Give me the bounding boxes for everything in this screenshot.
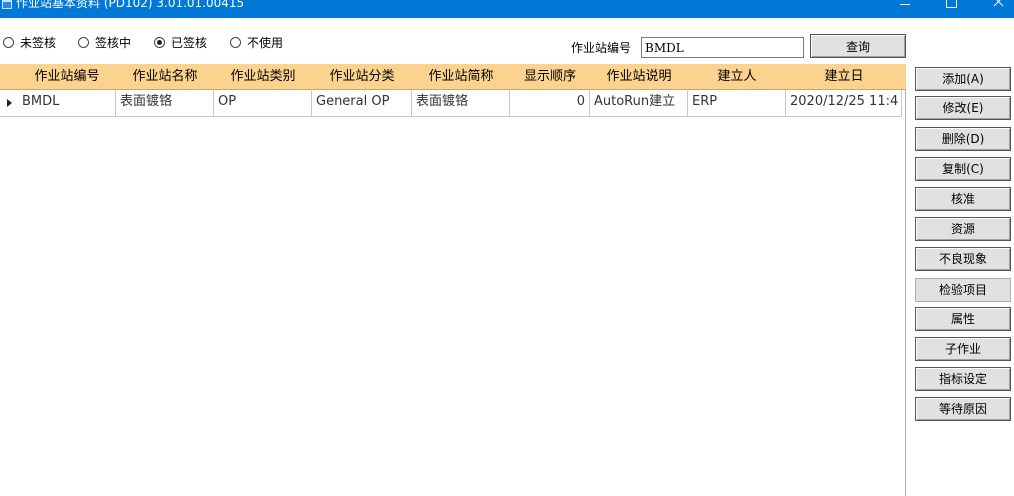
radio-unused-label: 不使用 <box>247 35 284 50</box>
window-title: 作业站基本资料 (PD102) 3.01.01.00415 <box>16 0 245 10</box>
station-grid: 作业站编号 作业站名称 作业站类别 作业站分类 作业站简称 显示顺序 作业站说明… <box>0 64 906 496</box>
title-bar: 作业站基本资料 (PD102) 3.01.01.00415 <box>0 0 1014 18</box>
wait-reason-button[interactable]: 等待原因 <box>915 397 1011 421</box>
table-cell[interactable]: BMDL <box>18 90 116 117</box>
table-cell[interactable]: 表面镀铬 <box>116 90 214 117</box>
radio-signing[interactable]: 签核中 <box>78 34 131 50</box>
row-selector-icon[interactable] <box>0 90 18 117</box>
delete-button[interactable]: 删除(D) <box>915 127 1011 151</box>
column-header[interactable]: 作业站说明 <box>590 64 688 90</box>
approve-button[interactable]: 核准 <box>915 187 1011 211</box>
indicator-settings-button[interactable]: 指标设定 <box>915 367 1011 391</box>
close-icon[interactable] <box>974 0 1014 18</box>
edit-button[interactable]: 修改(E) <box>915 96 1011 120</box>
table-cell[interactable]: ERP <box>688 90 786 117</box>
column-header[interactable]: 显示顺序 <box>510 64 590 90</box>
minimize-icon[interactable] <box>882 0 928 18</box>
query-button[interactable]: 查询 <box>810 34 906 58</box>
table-cell[interactable]: AutoRun建立 <box>590 90 688 117</box>
radio-signed-icon[interactable] <box>154 36 165 48</box>
radio-signing-icon[interactable] <box>78 36 89 48</box>
radio-unused[interactable]: 不使用 <box>230 34 283 50</box>
column-header[interactable]: 作业站分类 <box>312 64 412 90</box>
defect-button[interactable]: 不良现象 <box>915 247 1011 271</box>
radio-unsigned-icon[interactable] <box>3 36 14 48</box>
copy-button[interactable]: 复制(C) <box>915 157 1011 181</box>
column-header[interactable]: 建立人 <box>688 64 786 90</box>
table-cell[interactable]: 2020/12/25 11:4 <box>786 90 902 117</box>
table-cell[interactable]: General OP <box>312 90 412 117</box>
radio-unused-icon[interactable] <box>230 36 241 48</box>
inspection-item-button[interactable]: 检验项目 <box>915 278 1011 302</box>
column-header[interactable]: 作业站名称 <box>116 64 214 90</box>
attribute-button[interactable]: 属性 <box>915 307 1011 331</box>
table-cell[interactable]: 0 <box>510 90 590 117</box>
add-button[interactable]: 添加(A) <box>915 67 1011 91</box>
radio-unsigned-label: 未签核 <box>20 35 57 50</box>
column-header[interactable]: 作业站简称 <box>412 64 510 90</box>
radio-unsigned[interactable]: 未签核 <box>3 34 56 50</box>
radio-signed-label: 已签核 <box>171 35 208 50</box>
table-row[interactable]: BMDL 表面镀铬 OP General OP 表面镀铬 0 AutoRun建立… <box>0 90 906 117</box>
app-window-icon <box>2 0 12 9</box>
grid-header: 作业站编号 作业站名称 作业站类别 作业站分类 作业站简称 显示顺序 作业站说明… <box>0 64 906 90</box>
column-header[interactable]: 作业站编号 <box>18 64 116 90</box>
maximize-icon[interactable] <box>928 0 974 18</box>
radio-signed[interactable]: 已签核 <box>154 34 207 50</box>
radio-signing-label: 签核中 <box>95 35 132 50</box>
station-code-input[interactable] <box>641 37 804 58</box>
table-cell[interactable]: OP <box>214 90 312 117</box>
sub-operation-button[interactable]: 子作业 <box>915 337 1011 361</box>
station-code-label: 作业站编号 <box>571 41 632 55</box>
table-cell[interactable]: 表面镀铬 <box>412 90 510 117</box>
column-header[interactable]: 作业站类别 <box>214 64 312 90</box>
column-header[interactable]: 建立日 <box>786 64 902 90</box>
resource-button[interactable]: 资源 <box>915 217 1011 241</box>
